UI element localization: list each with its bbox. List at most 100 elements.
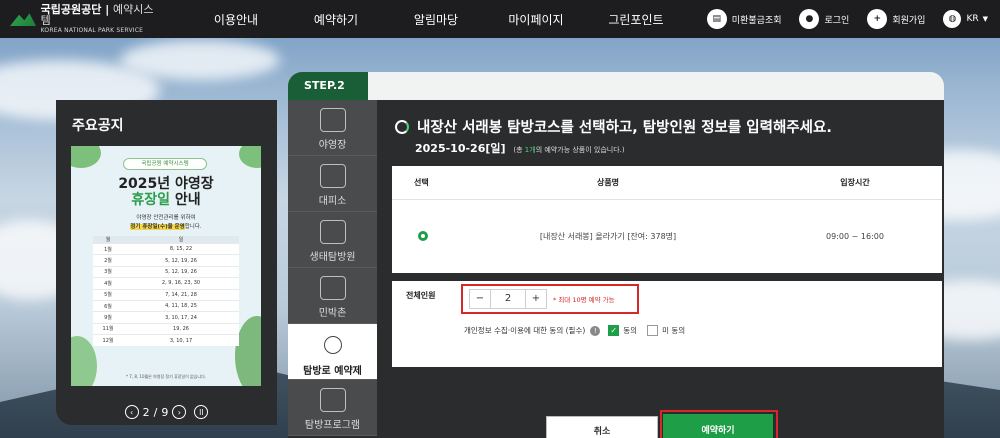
- chevron-down-icon: ▼: [982, 15, 988, 23]
- nav-notices[interactable]: 알림마당: [386, 11, 486, 28]
- language-selector[interactable]: ◍ KR ▼: [943, 10, 988, 28]
- quantity-stepper: − 2 +: [469, 289, 547, 309]
- poster-desc: 야영장 안전관리를 위하여 정기 휴장일(수)을 운영합니다.: [71, 214, 261, 232]
- product-name: [내장산 서래봉] 올라가기 [잔여: 378명]: [539, 231, 677, 241]
- table-row: 3월 5, 12, 19, 26: [93, 265, 239, 278]
- menu-label: 탐방프로그램: [304, 420, 361, 431]
- cancel-button[interactable]: 취소: [546, 416, 658, 438]
- action-buttons: 취소 예약하기: [377, 400, 944, 438]
- disagree-checkbox[interactable]: [647, 325, 659, 336]
- consent-label: 개인정보 수집·이용에 대한 동의 (필수): [464, 326, 586, 335]
- table-row: 1월 8, 15, 22: [93, 242, 239, 255]
- closure-table: 월일 1월 8, 15, 22 2월 5, 12, 19, 26 3월 5, 12, …: [93, 236, 239, 347]
- user-icon: ●: [799, 9, 820, 29]
- signup-link[interactable]: + 회원가입: [867, 9, 925, 29]
- globe-icon: ◍: [943, 10, 962, 28]
- nav-greenpoint[interactable]: 그린포인트: [586, 11, 686, 28]
- privacy-consent: 개인정보 수집·이용에 대한 동의 (필수) ! ✓ 동의 미 동의: [464, 325, 685, 336]
- step-bar: [368, 72, 944, 100]
- poster-title-highlight: 휴장일: [131, 192, 170, 208]
- location-pin-icon: [323, 336, 342, 354]
- refund-inquiry-link[interactable]: ▤ 미환불금조회: [706, 9, 782, 29]
- table-header-month: 월: [93, 236, 123, 244]
- poster-title: 2025년 야영장 휴장일 안내: [71, 176, 261, 208]
- header-select: 선택: [414, 178, 429, 187]
- table-row[interactable]: [내장산 서래봉] 올라가기 [잔여: 378명] 09:00 ~ 16:00: [392, 200, 942, 272]
- poster-title-line1: 2025년 야영장: [118, 176, 214, 192]
- table-row: 12월 3, 10, 17: [93, 334, 239, 347]
- entry-time: 09:00 ~ 16:00: [826, 231, 884, 241]
- table-row: 6월 4, 11, 18, 25: [93, 299, 239, 312]
- header-time: 입장시간: [840, 178, 870, 187]
- receipt-icon: ▤: [706, 9, 727, 29]
- menu-trail-reservation[interactable]: 탐방로 예약제: [288, 324, 377, 380]
- disagree-label: 미 동의: [662, 326, 686, 335]
- menu-shelter[interactable]: 대피소: [288, 156, 377, 212]
- login-link[interactable]: ● 로그인: [799, 9, 849, 29]
- tent-icon: [319, 108, 346, 132]
- table-row: 4월 2, 9, 16, 23, 30: [93, 277, 239, 290]
- notice-title: 주요공지: [72, 118, 124, 134]
- poster-title-rest: 안내: [170, 192, 201, 208]
- table-header-day: 일: [123, 236, 239, 244]
- nav-reservation[interactable]: 예약하기: [286, 11, 386, 28]
- max-note: * 최대 10명 예약 가능: [553, 296, 615, 304]
- notice-pager: ‹ 2 / 9 › ll: [56, 405, 277, 419]
- reservation-panel: STEP.2 야영장 대피소 생태탐방원 민박촌 탐방로 예약제 탐방프로그램 …: [288, 72, 944, 438]
- menu-eco-center[interactable]: 생태탐방원: [288, 212, 377, 268]
- info-icon[interactable]: !: [590, 325, 601, 336]
- refund-inquiry-label: 미환불금조회: [731, 15, 782, 26]
- top-header: 국립공원공단 | 예약시스템 KOREA NATIONAL PARK SERVI…: [0, 0, 1000, 38]
- step-label: STEP.2: [288, 72, 382, 100]
- table-row: 2월 5, 12, 19, 26: [93, 254, 239, 267]
- decrement-button[interactable]: −: [470, 290, 490, 308]
- available-count: (총 1개의 예약가능 상품이 있습니다.): [513, 146, 625, 154]
- reserve-button[interactable]: 예약하기: [663, 414, 773, 438]
- utility-links: ▤ 미환불금조회 ● 로그인 + 회원가입 ◍ KR ▼: [706, 0, 1000, 38]
- agree-checkbox[interactable]: ✓: [608, 325, 620, 336]
- poster-badge: 국립공원 예약시스템: [123, 158, 207, 170]
- table-row: 5월 7, 14, 21, 28: [93, 288, 239, 301]
- reservation-content: 내장산 서래봉 탐방코스를 선택하고, 탐방인원 정보를 입력해주세요. 202…: [377, 100, 944, 438]
- poster-desc-suffix: 합니다.: [184, 224, 202, 230]
- poster-desc-highlight: 정기 휴장일(수)을 운영: [130, 224, 185, 230]
- signup-label: 회원가입: [892, 15, 926, 26]
- nav-usage-guide[interactable]: 이용안내: [186, 11, 286, 28]
- prev-icon[interactable]: ‹: [124, 405, 139, 419]
- available-count-value: 1개: [524, 146, 536, 154]
- next-icon[interactable]: ›: [172, 405, 187, 419]
- poster-footnote: * 7, 8, 10월은 야영장 정기 휴장일이 없습니다.: [125, 374, 207, 379]
- nav-mypage[interactable]: 마이페이지: [486, 11, 586, 28]
- menu-trail-program[interactable]: 탐방프로그램: [288, 380, 377, 436]
- menu-label: 생태탐방원: [309, 252, 356, 263]
- logo[interactable]: 국립공원공단 | 예약시스템 KOREA NATIONAL PARK SERVI…: [8, 4, 158, 34]
- logo-en: KOREA NATIONAL PARK SERVICE: [40, 27, 144, 34]
- page-title: 내장산 서래봉 탐방코스를 선택하고, 탐방인원 정보를 입력해주세요.: [395, 116, 832, 137]
- add-user-icon: +: [867, 9, 888, 29]
- notice-poster[interactable]: 국립공원 예약시스템 2025년 야영장 휴장일 안내 야영장 안전관리를 위하…: [71, 146, 261, 386]
- table-row: 11월 19, 26: [93, 322, 239, 335]
- pager-current: 2: [142, 405, 150, 419]
- menu-label: 대피소: [318, 196, 347, 207]
- product-table: 선택 상품명 입장시간 [내장산 서래봉] 올라가기 [잔여: 378명] 09…: [392, 166, 942, 273]
- agree-label: 동의: [623, 326, 638, 335]
- pause-icon[interactable]: ll: [194, 405, 209, 419]
- language-label: KR: [966, 14, 979, 24]
- increment-button[interactable]: +: [526, 290, 546, 308]
- menu-label: 민박촌: [318, 308, 347, 319]
- table-row: 9월 3, 10, 17, 24: [93, 311, 239, 324]
- date-line: 2025-10-26[일] (총 1개의 예약가능 상품이 있습니다.): [415, 140, 625, 156]
- product-radio[interactable]: [418, 231, 428, 241]
- selected-date: 2025-10-26[일]: [415, 142, 506, 155]
- shelter-icon: [319, 164, 346, 188]
- people-form: 전체인원 − 2 + * 최대 10명 예약 가능 개인정보 수집·이용에 대한…: [392, 281, 942, 367]
- login-label: 로그인: [824, 15, 850, 26]
- page-title-text: 내장산 서래봉 탐방코스를 선택하고, 탐방인원 정보를 입력해주세요.: [417, 120, 832, 136]
- menu-campsite[interactable]: 야영장: [288, 100, 377, 156]
- poster-desc-line1: 야영장 안전관리를 위하여: [136, 215, 196, 221]
- header-product: 상품명: [596, 178, 620, 187]
- quantity-box: − 2 + * 최대 10명 예약 가능: [461, 284, 639, 314]
- loading-icon: [395, 119, 409, 134]
- menu-guesthouse[interactable]: 민박촌: [288, 268, 377, 324]
- quantity-value[interactable]: 2: [490, 290, 526, 308]
